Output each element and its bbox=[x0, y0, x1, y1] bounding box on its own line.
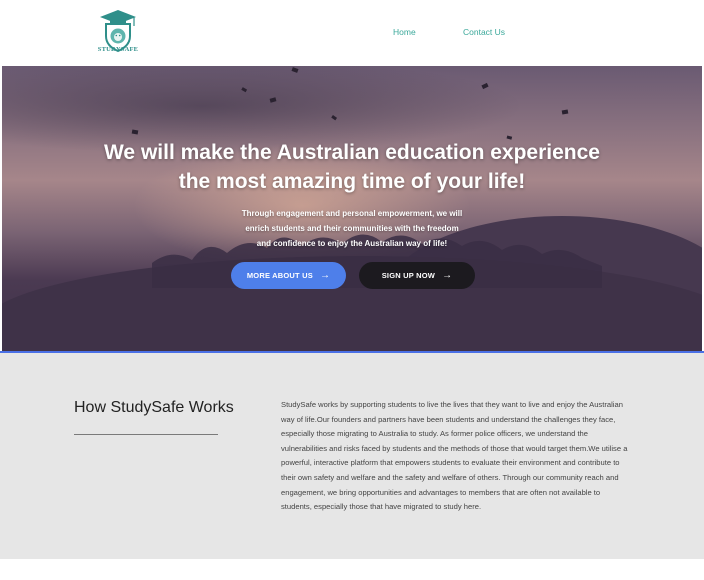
more-about-us-button[interactable]: MORE ABOUT US → bbox=[231, 262, 346, 289]
section-body-text: StudySafe works by supporting students t… bbox=[281, 400, 628, 512]
arrow-right-icon: → bbox=[319, 270, 331, 281]
hero-title-line: We will make the Australian education ex… bbox=[103, 141, 600, 164]
sign-up-now-button[interactable]: SIGN UP NOW → bbox=[359, 262, 475, 289]
hero-subtitle-line: and confidence to enjoy the Australian w… bbox=[256, 239, 448, 248]
hero-title: We will make the Australian education ex… bbox=[62, 138, 642, 196]
hero-subtitle-line: enrich students and their communities wi… bbox=[245, 224, 459, 233]
hero-banner: We will make the Australian education ex… bbox=[2, 66, 702, 352]
sign-up-now-label: SIGN UP NOW bbox=[381, 271, 436, 280]
section-title: How StudySafe Works bbox=[74, 399, 234, 416]
section-title-underline bbox=[74, 434, 218, 435]
arrow-right-icon: → bbox=[442, 270, 453, 281]
nav-contact-link[interactable]: Contact Us bbox=[463, 27, 505, 37]
how-it-works-section: How StudySafe Works StudySafe works by s… bbox=[0, 353, 704, 559]
nav-home-link[interactable]: Home bbox=[393, 27, 416, 37]
page-bottom-strip bbox=[0, 559, 704, 580]
hero-subtitle-line: Through engagement and personal empowerm… bbox=[241, 209, 463, 218]
hero-subtitle: Through engagement and personal empowerm… bbox=[202, 206, 502, 251]
logo-wordmark: STUDYSAFE bbox=[97, 46, 139, 53]
more-about-us-label: MORE ABOUT US bbox=[246, 271, 313, 280]
hero-title-line: the most amazing time of your life! bbox=[178, 170, 526, 193]
site-header: STUDYSAFE Home Contact Us bbox=[0, 0, 704, 66]
